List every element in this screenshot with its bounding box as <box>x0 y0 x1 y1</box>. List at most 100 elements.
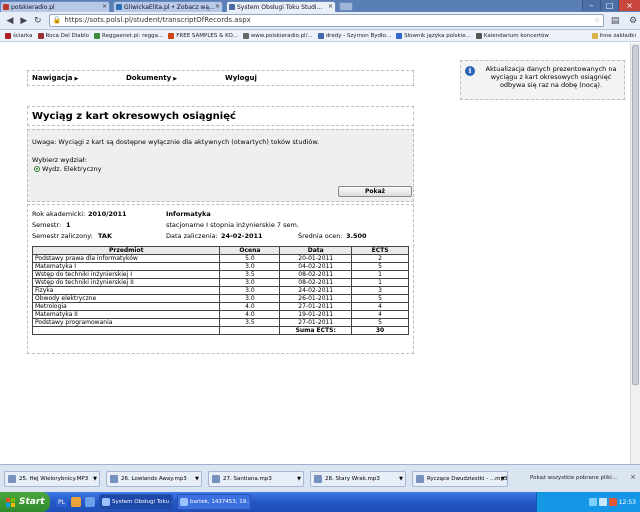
grade-cell: 3.5 <box>219 318 281 327</box>
dropdown-arrow-icon[interactable]: ▼ <box>195 472 199 486</box>
bookmark-item[interactable]: Słownik języka polskie... <box>396 32 471 39</box>
download-item[interactable]: 27. Santiana.mp3 ▼ <box>208 471 304 487</box>
forward-icon[interactable]: ▶ <box>17 14 31 28</box>
grade-cell: 3.0 <box>219 262 281 271</box>
date-cell: 20-01-2011 <box>279 254 353 263</box>
close-tab-icon[interactable]: × <box>328 3 333 10</box>
bookmark-item[interactable]: FREE SAMPLES & KO... <box>168 32 238 39</box>
tab-title: polskieradio.pl <box>11 4 55 11</box>
tray-network-icon[interactable] <box>588 498 597 506</box>
date-cell: 24-02-2011 <box>279 286 353 295</box>
ects-cell: 2 <box>351 254 409 263</box>
faculty-radio[interactable]: Wydz. Elektryczny <box>34 165 102 173</box>
tab-title: GliwickaElita.pl • Zobacz wą... <box>124 4 215 11</box>
pass-date-value: 24-02-2011 <box>221 232 263 240</box>
page-title-box: Wyciąg z kart okresowych osiągnięć <box>27 106 414 126</box>
bookmark-favicon-icon <box>168 32 175 39</box>
date-cell: 04-02-2011 <box>279 262 353 271</box>
other-bookmarks[interactable]: Inne zakładki <box>591 32 636 39</box>
ects-cell: 1 <box>351 270 409 279</box>
vertical-scrollbar[interactable] <box>630 43 640 464</box>
table-row: Obwody elektryczne 3.0 26-01-2011 5 <box>31 294 409 303</box>
bookmark-item[interactable]: Reggaenet.pl: regga... <box>94 32 163 39</box>
bookmarks-bar: ściarka Roca Del Diablo Reggaenet.pl: re… <box>0 30 640 42</box>
reload-icon[interactable]: ↻ <box>31 14 45 28</box>
column-header: Ocena <box>219 246 281 255</box>
back-icon[interactable]: ◀ <box>3 14 17 28</box>
date-cell: 19-01-2011 <box>279 310 353 319</box>
empty-cell <box>31 326 221 335</box>
language-indicator[interactable]: PL <box>56 497 67 507</box>
radio-selected-icon[interactable] <box>34 166 40 172</box>
triangle-right-icon: ▶ <box>74 76 79 82</box>
bookmark-item[interactable]: Kalendarium koncertów <box>475 32 549 39</box>
close-tab-icon[interactable]: × <box>102 3 107 10</box>
browser-tab[interactable]: polskieradio.pl × <box>0 1 110 12</box>
nav-nawigacja[interactable]: Nawigacja ▶ <box>32 74 78 82</box>
subject-cell: Metrologia <box>31 302 221 311</box>
windows-logo-icon <box>6 497 15 507</box>
tray-volume-icon[interactable] <box>598 498 607 506</box>
clock: 12:53 <box>618 498 636 506</box>
nav-dokumenty[interactable]: Dokumenty ▶ <box>126 74 177 82</box>
quicklaunch-browser-icon[interactable] <box>70 497 81 507</box>
new-tab-button[interactable] <box>339 2 353 11</box>
lock-icon: 🔒 <box>52 16 62 24</box>
column-header: Data <box>279 246 353 255</box>
pass-date-label: Data zaliczenia: <box>166 232 218 240</box>
empty-cell <box>219 326 281 335</box>
triangle-right-icon: ▶ <box>173 76 178 82</box>
minimize-icon[interactable]: – <box>582 0 600 11</box>
scrollbar-thumb[interactable] <box>632 45 639 385</box>
url-field[interactable]: 🔒 https://sots.polsl.pl/student/transcri… <box>48 14 605 27</box>
table-row: Metrologia 4.0 27-01-2011 4 <box>31 302 409 311</box>
dropdown-arrow-icon[interactable]: ▼ <box>501 472 505 486</box>
maximize-icon[interactable]: □ <box>600 0 618 11</box>
windows-taskbar: Start PL System Obsługi Toku ... bartek,… <box>0 492 640 512</box>
bookmark-item[interactable]: www.polskieradio.pl/... <box>242 32 313 39</box>
tab-title: System Obsługi Toku Studi... <box>237 4 323 11</box>
bookmark-star-icon[interactable]: ☆ <box>594 15 600 26</box>
ects-cell: 4 <box>351 302 409 311</box>
download-item[interactable]: Ryczące Dwudziestki - ...mp3 ▼ <box>412 471 508 487</box>
start-button[interactable]: Start <box>0 492 50 512</box>
tray-security-icon[interactable] <box>608 498 617 506</box>
favicon-icon <box>3 4 9 10</box>
show-all-downloads-link[interactable]: Pokaż wszystkie pobrane pliki... <box>530 471 617 485</box>
dropdown-arrow-icon[interactable]: ▼ <box>399 472 403 486</box>
bookmark-item[interactable]: dredy - Szymon Bydło... <box>317 32 391 39</box>
page-menu-icon[interactable]: ▤ <box>608 14 622 28</box>
wrench-icon[interactable]: ⚙ <box>626 14 640 28</box>
date-cell: 27-01-2011 <box>279 302 353 311</box>
browser-tab-active[interactable]: System Obsługi Toku Studi... × <box>226 1 336 12</box>
page-content: Nawigacja ▶ Dokumenty ▶ Wyloguj Wyciąg z k… <box>0 43 630 464</box>
nav-wyloguj[interactable]: Wyloguj <box>225 74 257 82</box>
ects-sum-row: Suma ECTS: 30 <box>31 326 409 335</box>
taskbar-window-chat[interactable]: bartek, 1437453, 19... <box>176 494 251 510</box>
bookmark-item[interactable]: Roca Del Diablo <box>37 32 89 39</box>
show-button[interactable]: Pokaż <box>338 186 412 197</box>
passed-value: TAK <box>98 232 112 240</box>
date-cell: 27-01-2011 <box>279 318 353 327</box>
bookmark-item[interactable]: ściarka <box>5 32 33 39</box>
browser-tab[interactable]: GliwickaElita.pl • Zobacz wą... × <box>113 1 223 12</box>
ects-cell: 5 <box>351 318 409 327</box>
download-item[interactable]: 26. Lowlands Away.mp3 ▼ <box>106 471 202 487</box>
grade-cell: 3.5 <box>219 270 281 279</box>
dropdown-arrow-icon[interactable]: ▼ <box>93 472 97 486</box>
ects-cell: 1 <box>351 278 409 287</box>
close-window-icon[interactable]: × <box>618 0 640 11</box>
close-tab-icon[interactable]: × <box>215 3 220 10</box>
download-item[interactable]: 28. Stary Wrak.mp3 ▼ <box>310 471 406 487</box>
choose-faculty-label: Wybierz wydział: <box>32 156 87 164</box>
dropdown-arrow-icon[interactable]: ▼ <box>297 472 301 486</box>
system-tray: 12:53 <box>536 492 640 512</box>
download-item[interactable]: 25. Hej Wielorybnicy.MP3 ▼ <box>4 471 100 487</box>
url-text: https://sots.polsl.pl/student/transcript… <box>64 16 251 24</box>
taskbar-window-browser[interactable]: System Obsługi Toku ... <box>98 494 173 510</box>
notice-text: Uwaga: Wyciągi z kart są dostępne wyłącz… <box>32 138 320 146</box>
close-downloads-icon[interactable]: × <box>630 473 636 481</box>
quicklaunch-app-icon[interactable] <box>84 497 95 507</box>
grade-cell: 3.0 <box>219 278 281 287</box>
grade-cell: 3.0 <box>219 286 281 295</box>
